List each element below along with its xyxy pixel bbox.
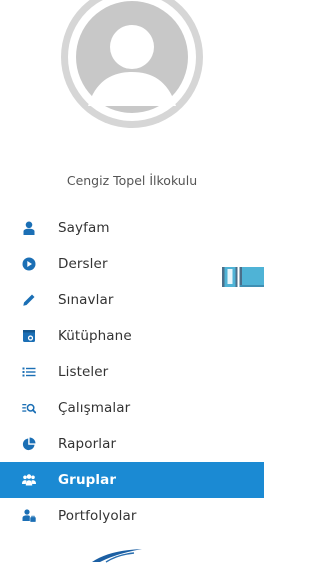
- sidebar-menu: Sayfam Dersler Sınavlar Kütüphane Listel…: [0, 210, 264, 534]
- pie-chart-icon: [22, 437, 36, 451]
- sidebar-item-label: Sayfam: [58, 220, 110, 236]
- sidebar-item-listeler[interactable]: Listeler: [0, 354, 264, 390]
- play-circle-icon: [22, 257, 36, 271]
- sidebar-item-portfolyolar[interactable]: Portfolyolar: [0, 498, 264, 534]
- school-name: Cengiz Topel İlkokulu: [66, 173, 198, 188]
- sidebar-item-label: Listeler: [58, 364, 109, 380]
- list-icon: [22, 365, 36, 379]
- sidebar-item-label: Gruplar: [58, 472, 117, 488]
- sidebar-item-calismalar[interactable]: Çalışmalar: [0, 390, 264, 426]
- sidebar-item-label: Çalışmalar: [58, 400, 131, 416]
- pencil-icon: [22, 293, 36, 307]
- users-icon: [22, 473, 36, 487]
- default-avatar-icon: [68, 0, 196, 121]
- sidebar-item-kutuphane[interactable]: Kütüphane: [0, 318, 264, 354]
- sidebar-item-label: Raporlar: [58, 436, 117, 452]
- portfolio-user-icon: [22, 509, 36, 523]
- avatar[interactable]: [61, 0, 203, 128]
- sidebar-item-sayfam[interactable]: Sayfam: [0, 210, 264, 246]
- user-icon: [22, 221, 36, 235]
- search-list-icon: [22, 401, 36, 415]
- sidebar-item-gruplar[interactable]: Gruplar: [0, 462, 264, 498]
- avatar-circle: [61, 0, 203, 128]
- sidebar-item-label: Kütüphane: [58, 328, 132, 344]
- sidebar-item-label: Dersler: [58, 256, 108, 272]
- sidebar-item-raporlar[interactable]: Raporlar: [0, 426, 264, 462]
- sidebar-item-label: Portfolyolar: [58, 508, 137, 524]
- sidebar: Cengiz Topel İlkokulu Sayfam Dersler Sın…: [0, 0, 264, 563]
- sidebar-item-label: Sınavlar: [58, 292, 114, 308]
- book-widget-icon[interactable]: [222, 266, 264, 288]
- library-icon: [22, 329, 36, 343]
